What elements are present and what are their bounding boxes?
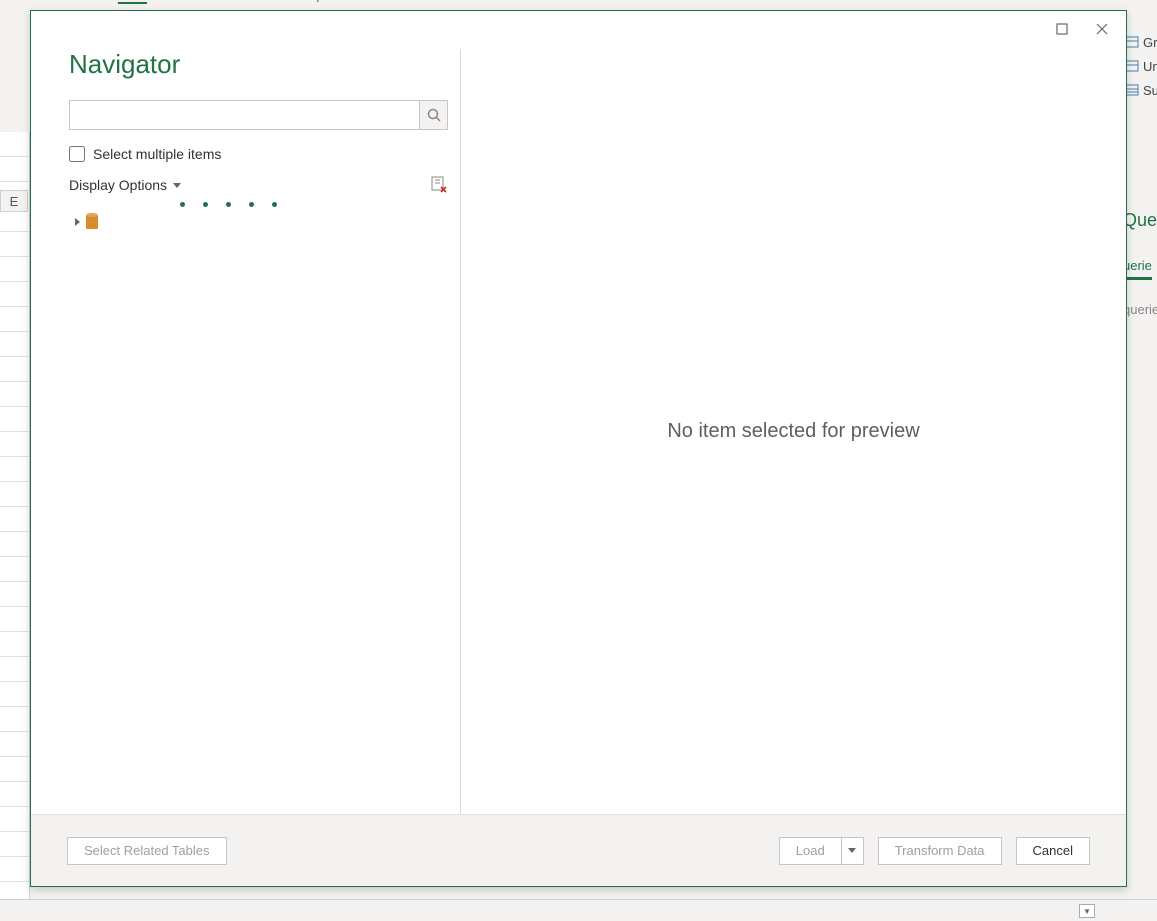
worksheet-row-headers xyxy=(0,132,30,921)
ribbon-outline-group: Gro Un Su xyxy=(1125,30,1157,102)
ribbon-group-button[interactable]: Gro xyxy=(1125,30,1157,54)
select-related-tables-button[interactable]: Select Related Tables xyxy=(67,837,227,865)
column-header-e[interactable]: E xyxy=(0,190,28,212)
load-button[interactable]: Load xyxy=(780,838,841,864)
horizontal-scrollbar[interactable]: ▼ xyxy=(0,899,1157,921)
search-input[interactable] xyxy=(70,101,417,129)
select-multiple-checkbox[interactable] xyxy=(69,146,85,162)
close-button[interactable] xyxy=(1082,15,1122,43)
loading-indicator xyxy=(69,202,448,213)
search-field-wrap xyxy=(69,100,448,130)
navigator-left-panel: Navigator Select multiple items Display … xyxy=(31,49,461,814)
ribbon-tab[interactable]: View xyxy=(241,0,271,4)
cancel-button[interactable]: Cancel xyxy=(1016,837,1090,865)
queries-pane-tab[interactable]: uerie xyxy=(1123,258,1152,280)
load-split-button[interactable]: Load xyxy=(779,837,864,865)
transform-data-button[interactable]: Transform Data xyxy=(878,837,1002,865)
search-icon[interactable] xyxy=(419,101,447,129)
ribbon-subtotal-button[interactable]: Su xyxy=(1125,78,1157,102)
ribbon-tab[interactable]: PKE xyxy=(348,0,376,4)
load-dropdown[interactable] xyxy=(841,838,863,864)
database-icon xyxy=(86,215,98,229)
chevron-down-icon xyxy=(173,183,181,188)
dialog-footer: Select Related Tables Load Transform Dat… xyxy=(31,814,1126,886)
dialog-title: Navigator xyxy=(69,49,448,80)
ribbon-tab[interactable]: Help xyxy=(295,0,324,4)
queries-pane-title: Que xyxy=(1123,210,1157,231)
scroll-dropdown[interactable]: ▼ xyxy=(1079,904,1095,918)
ribbon-tabs: ulas Data Review View Help PKE xyxy=(0,0,1157,4)
ribbon-tab[interactable]: ulas xyxy=(68,0,94,4)
select-multiple-checkbox-row[interactable]: Select multiple items xyxy=(69,146,448,162)
tree-expander-icon[interactable] xyxy=(75,218,80,226)
select-multiple-label: Select multiple items xyxy=(93,146,221,162)
display-options-dropdown[interactable]: Display Options xyxy=(69,177,181,193)
preview-empty-message: No item selected for preview xyxy=(667,420,919,443)
tree-root-item[interactable] xyxy=(69,213,448,231)
queries-pane: Que uerie querie xyxy=(1123,210,1157,317)
queries-pane-hint-text: querie xyxy=(1123,302,1157,317)
chevron-down-icon xyxy=(848,848,856,853)
ribbon-ungroup-button[interactable]: Un xyxy=(1125,54,1157,78)
navigator-dialog: Navigator Select multiple items Display … xyxy=(30,10,1127,887)
maximize-button[interactable] xyxy=(1042,15,1082,43)
preview-panel: No item selected for preview xyxy=(461,49,1126,814)
ribbon-tab-data[interactable]: Data xyxy=(118,0,148,4)
refresh-icon[interactable] xyxy=(430,176,448,194)
ribbon-tab[interactable]: Review xyxy=(171,0,217,4)
